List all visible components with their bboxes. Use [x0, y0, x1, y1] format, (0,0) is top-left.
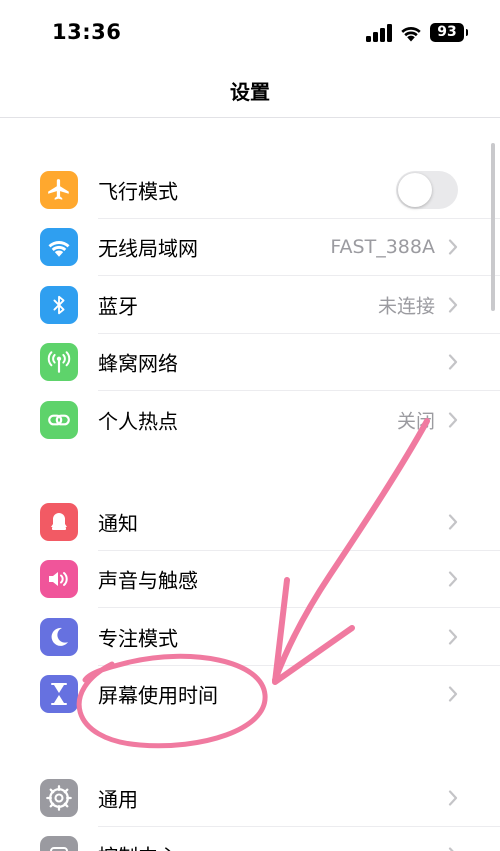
wifi-status-icon [401, 26, 421, 42]
settings-row-control-center[interactable]: 控制中心 [0, 827, 500, 851]
navigation-bar: 设置 [0, 66, 500, 118]
settings-group-general: 通用 控制中心 [0, 769, 500, 851]
settings-row-hotspot[interactable]: 个人热点 关闭 [0, 391, 500, 449]
scrollbar[interactable] [491, 143, 495, 311]
settings-group-connectivity: 飞行模式 无线局域网 FAST_388A 蓝牙 未连接 蜂窝网络 个人热点 关闭 [0, 161, 500, 449]
settings-row-cellular[interactable]: 蜂窝网络 [0, 334, 500, 391]
row-label: 蜂窝网络 [98, 351, 178, 376]
speaker-icon [40, 560, 78, 599]
row-label: 无线局域网 [98, 236, 198, 261]
settings-group-notifications: 通知 声音与触感 专注模式 屏幕使用时间 [0, 493, 500, 723]
wifi-icon [40, 228, 78, 267]
chevron-right-icon [448, 239, 458, 255]
row-label: 专注模式 [98, 626, 178, 651]
row-label: 屏幕使用时间 [98, 683, 218, 708]
toggle-knob [398, 172, 432, 207]
antenna-icon [40, 343, 78, 382]
row-label: 声音与触感 [98, 568, 198, 593]
settings-row-notifications[interactable]: 通知 [0, 493, 500, 551]
settings-row-focus[interactable]: 专注模式 [0, 608, 500, 666]
settings-row-general[interactable]: 通用 [0, 769, 500, 827]
status-time: 13:36 [52, 20, 122, 44]
bluetooth-icon [40, 285, 78, 324]
chevron-right-icon [448, 571, 458, 587]
chevron-right-icon [448, 354, 458, 370]
bell-icon [40, 502, 78, 541]
wifi-network-value: FAST_388A [330, 236, 435, 259]
chevron-right-icon [448, 514, 458, 530]
settings-row-airplane-mode[interactable]: 飞行模式 [0, 161, 500, 219]
gear-icon [40, 778, 78, 817]
settings-row-sounds[interactable]: 声音与触感 [0, 551, 500, 608]
battery-indicator: 93 [430, 23, 468, 42]
chevron-right-icon [448, 412, 458, 428]
airplane-icon [40, 170, 78, 209]
status-bar: 13:36 93 [0, 0, 500, 66]
row-label: 个人热点 [98, 409, 178, 434]
hotspot-status-value: 关闭 [396, 410, 435, 433]
chevron-right-icon [448, 297, 458, 313]
bluetooth-status-value: 未连接 [377, 295, 435, 318]
settings-row-screen-time[interactable]: 屏幕使用时间 [0, 666, 500, 724]
settings-row-bluetooth[interactable]: 蓝牙 未连接 [0, 276, 500, 334]
chevron-right-icon [448, 847, 454, 851]
hotspot-icon [40, 400, 78, 439]
row-label: 蓝牙 [98, 294, 138, 319]
moon-icon [40, 617, 78, 656]
row-label: 通知 [98, 511, 138, 536]
control-center-icon [40, 836, 78, 851]
airplane-mode-toggle[interactable] [396, 170, 458, 209]
page-title: 设置 [230, 80, 270, 104]
chevron-right-icon [448, 686, 458, 702]
row-label: 控制中心 [98, 841, 178, 851]
cellular-signal-icon [366, 24, 392, 42]
settings-row-wifi[interactable]: 无线局域网 FAST_388A [0, 219, 500, 276]
settings-list[interactable]: 飞行模式 无线局域网 FAST_388A 蓝牙 未连接 蜂窝网络 个人热点 关闭… [0, 119, 500, 851]
chevron-right-icon [448, 629, 458, 645]
row-label: 飞行模式 [98, 179, 178, 204]
chevron-right-icon [448, 790, 458, 806]
hourglass-icon [40, 675, 78, 714]
row-label: 通用 [98, 787, 138, 812]
